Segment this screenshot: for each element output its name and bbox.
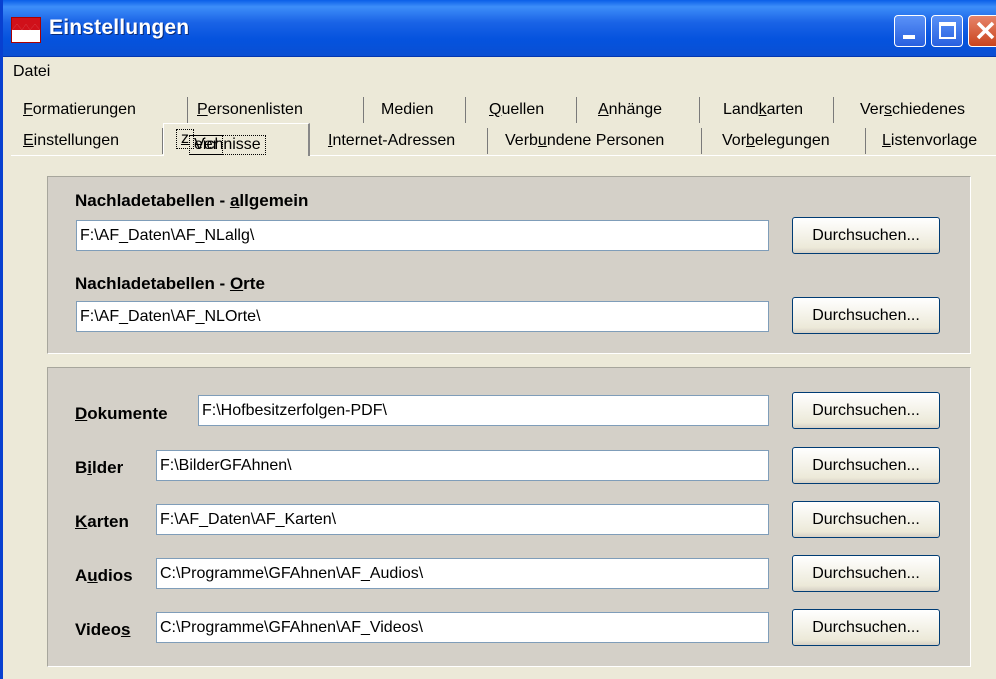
tab-label: ndene Personen xyxy=(546,132,665,149)
label-text: D xyxy=(75,404,88,423)
label-text: arten xyxy=(87,512,129,531)
tab-label: arten xyxy=(766,101,804,118)
app-icon xyxy=(11,17,41,43)
browse-button-dokumente[interactable]: Durchsuchen... xyxy=(792,392,940,429)
label-text: B xyxy=(75,458,88,477)
label-dokumente: Dokumente xyxy=(75,404,168,424)
tab-label: chiedenes xyxy=(892,101,965,118)
browse-button-karten[interactable]: Durchsuchen... xyxy=(792,501,940,538)
tab-label: Ver xyxy=(860,101,885,118)
tab-einstellungen[interactable]: Einstellungen xyxy=(23,128,163,154)
tab-verbundene-personen[interactable]: Verbundene Personen xyxy=(489,128,702,154)
bilder-path-input[interactable]: F:\BilderGFAhnen\ xyxy=(156,450,769,481)
label-text: okumente xyxy=(87,404,168,423)
tab-label: Land xyxy=(723,101,759,118)
settings-window: Einstellungen Datei Formatierungen Perso… xyxy=(0,0,996,679)
nachlade-allgemein-path-input[interactable]: F:\AF_Daten\AF_NLallg\ xyxy=(76,220,769,251)
label-text: O xyxy=(229,274,244,293)
label-karten: Karten xyxy=(75,512,129,532)
tab-label: istenvorlage xyxy=(890,132,978,149)
tab-label: E xyxy=(23,132,34,149)
dokumente-path-input[interactable]: F:\Hofbesitzerfolgen-PDF\ xyxy=(198,395,769,426)
tab-label: nhänge xyxy=(608,101,663,118)
tab-label: Vor xyxy=(722,132,747,149)
minimize-icon xyxy=(903,35,915,39)
tab-label: F xyxy=(23,101,33,118)
tab-anhaenge[interactable]: Anhänge xyxy=(578,97,700,123)
label-text: A xyxy=(75,566,88,585)
label-text: s xyxy=(120,620,131,639)
close-button[interactable] xyxy=(968,15,996,47)
close-icon xyxy=(976,21,995,40)
maximize-icon xyxy=(939,22,956,39)
tab-label: nternet-Adressen xyxy=(332,132,456,149)
tab-internet-adressen[interactable]: Internet-Adressen xyxy=(313,128,488,154)
label-text: llgemein xyxy=(239,191,309,210)
videos-path-input[interactable]: C:\Programme\GFAhnen\AF_Videos\ xyxy=(156,612,769,643)
tab-label-focused: Ver z eichnisse xyxy=(176,129,266,155)
tab-label: k xyxy=(758,101,767,118)
tab-label: b xyxy=(746,132,755,149)
label-text: a xyxy=(229,191,240,210)
label-audios: Audios xyxy=(75,566,133,586)
label-nachlade-orte: Nachladetabellen - Orte xyxy=(75,274,265,294)
tab-label: L xyxy=(882,132,891,149)
label-text: Video xyxy=(75,620,121,639)
audios-path-input[interactable]: C:\Programme\GFAhnen\AF_Audios\ xyxy=(156,558,769,589)
label-text: Nachladetabellen - xyxy=(75,191,230,210)
browse-button-audios[interactable]: Durchsuchen... xyxy=(792,555,940,592)
tab-label: P xyxy=(197,101,208,118)
menu-bar: Datei xyxy=(3,57,996,87)
label-text: lder xyxy=(92,458,124,477)
minimize-button[interactable] xyxy=(894,15,926,47)
tab-label: s xyxy=(884,101,893,118)
nachlade-orte-path-input[interactable]: F:\AF_Daten\AF_NLOrte\ xyxy=(76,301,769,332)
tab-label: u xyxy=(537,132,547,149)
tab-label: elegungen xyxy=(754,132,830,149)
tab-quellen[interactable]: Quellen xyxy=(467,97,577,123)
tab-label: z xyxy=(181,130,189,147)
nachladetabellen-group: Nachladetabellen - allgemein F:\AF_Daten… xyxy=(47,176,971,354)
browse-button-videos[interactable]: Durchsuchen... xyxy=(792,609,940,646)
tab-label: Verb xyxy=(505,132,538,149)
browse-button-nachlade-allgemein[interactable]: Durchsuchen... xyxy=(792,217,940,254)
tab-verschiedenes[interactable]: Verschiedenes xyxy=(835,97,995,123)
label-text: K xyxy=(75,512,88,531)
media-directories-group: Dokumente F:\Hofbesitzerfolgen-PDF\ Durc… xyxy=(47,367,971,667)
tab-label: uellen xyxy=(501,101,545,118)
maximize-button[interactable] xyxy=(931,15,963,47)
tab-label: ormatierungen xyxy=(32,101,136,118)
tab-label: instellungen xyxy=(33,132,120,149)
tab-label: eichnisse xyxy=(189,135,266,155)
tab-verzeichnisse[interactable]: Ver z eichnisse xyxy=(163,123,310,156)
label-text: rte xyxy=(243,274,265,293)
menu-item-datei[interactable]: Datei xyxy=(13,63,50,81)
label-text: u xyxy=(87,566,98,585)
title-bar[interactable]: Einstellungen xyxy=(3,0,996,57)
browse-button-bilder[interactable]: Durchsuchen... xyxy=(792,447,940,484)
browse-button-nachlade-orte[interactable]: Durchsuchen... xyxy=(792,297,940,334)
label-text: Nachladetabellen - xyxy=(75,274,230,293)
karten-path-input[interactable]: F:\AF_Daten\AF_Karten\ xyxy=(156,504,769,535)
tab-medien[interactable]: Medien xyxy=(365,97,466,123)
tab-listenvorlage[interactable]: Listenvorlage xyxy=(867,128,995,154)
tab-personenlisten[interactable]: Personenlisten xyxy=(189,97,364,123)
tab-label: Q xyxy=(489,101,502,118)
label-bilder: Bilder xyxy=(75,458,123,478)
tab-formatierungen[interactable]: Formatierungen xyxy=(23,97,188,123)
window-title: Einstellungen xyxy=(49,16,190,39)
tab-vorbelegungen[interactable]: Vorbelegungen xyxy=(703,128,866,154)
tab-label: A xyxy=(598,101,609,118)
label-nachlade-allgemein: Nachladetabellen - allgemein xyxy=(75,191,308,211)
tab-label: ersonenlisten xyxy=(207,101,303,118)
label-text: dios xyxy=(97,566,133,585)
tab-panel-edge xyxy=(11,155,996,156)
label-videos: Videos xyxy=(75,620,130,640)
tab-landkarten[interactable]: Landkarten xyxy=(701,97,834,123)
tab-label: Medien xyxy=(381,101,434,118)
